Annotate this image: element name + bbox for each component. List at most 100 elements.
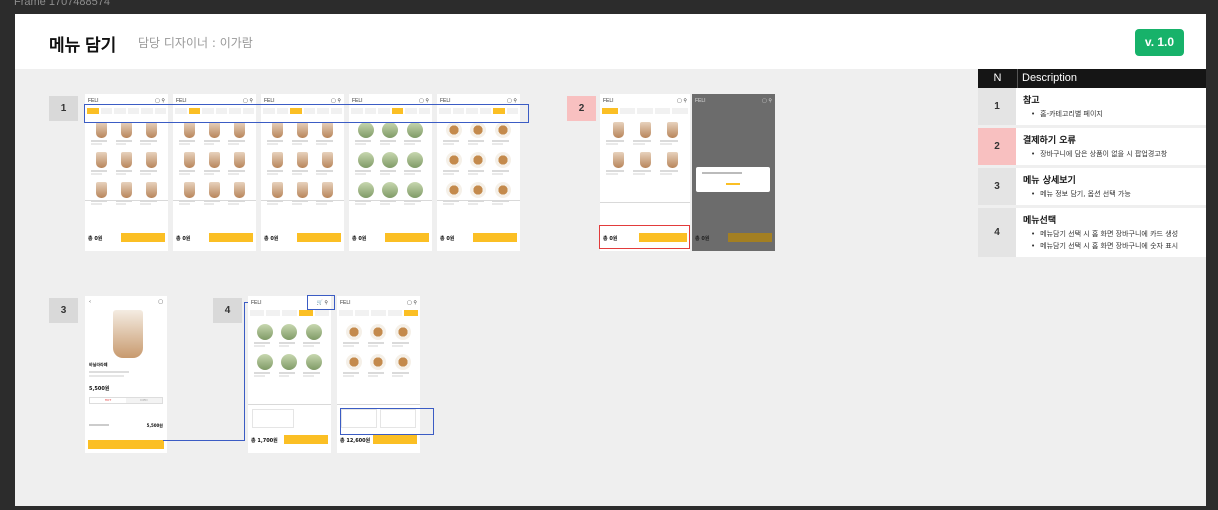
list-item[interactable] xyxy=(228,182,250,208)
list-item[interactable] xyxy=(379,152,402,178)
product-image xyxy=(113,310,143,358)
list-item[interactable] xyxy=(254,354,276,380)
list-item[interactable] xyxy=(115,122,138,148)
list-item[interactable] xyxy=(267,182,289,208)
popup-confirm-button[interactable] xyxy=(726,183,740,185)
list-item[interactable] xyxy=(303,354,325,380)
list-item[interactable] xyxy=(492,152,514,178)
list-item[interactable] xyxy=(267,122,289,148)
list-item[interactable] xyxy=(467,122,490,148)
list-item[interactable] xyxy=(179,152,201,178)
list-item[interactable] xyxy=(203,122,226,148)
list-item[interactable] xyxy=(291,152,314,178)
order-button[interactable] xyxy=(373,435,417,444)
table-header: N Description xyxy=(978,69,1206,88)
list-item[interactable] xyxy=(254,324,276,350)
flow-connector xyxy=(244,302,245,441)
menu-grid xyxy=(91,122,162,208)
list-item[interactable] xyxy=(355,182,377,208)
list-item[interactable] xyxy=(228,152,250,178)
order-button[interactable] xyxy=(121,233,165,242)
screen-menu-detail: ‹ ▢ 바닐라라떼 5,500원 HOT ICED 5,500원 xyxy=(85,296,167,453)
list-item[interactable] xyxy=(606,152,630,178)
list-item[interactable] xyxy=(367,324,390,350)
list-item[interactable] xyxy=(291,122,314,148)
list-item[interactable] xyxy=(278,324,301,350)
list-item[interactable] xyxy=(392,324,414,350)
list-item[interactable] xyxy=(467,152,490,178)
cart-icon[interactable]: ▢ ⚲ xyxy=(762,98,772,104)
order-button[interactable] xyxy=(473,233,517,242)
list-item[interactable] xyxy=(467,182,490,208)
list-item[interactable] xyxy=(91,122,113,148)
total-label: 총 1,700원 xyxy=(251,438,278,444)
menu-grid xyxy=(355,122,426,208)
list-item[interactable] xyxy=(443,122,465,148)
list-item[interactable] xyxy=(179,122,201,148)
list-item[interactable] xyxy=(367,354,390,380)
cart-icon[interactable]: ▢ ⚲ xyxy=(407,300,417,306)
row-title: 참고 xyxy=(1023,96,1040,106)
list-item[interactable] xyxy=(91,152,113,178)
list-item[interactable] xyxy=(633,122,657,148)
version-badge[interactable]: v. 1.0 xyxy=(1135,29,1184,56)
row-title: 메뉴 상세보기 xyxy=(1023,176,1076,186)
list-item[interactable] xyxy=(303,324,325,350)
row-number: 2 xyxy=(978,128,1016,165)
list-item[interactable] xyxy=(140,122,162,148)
list-item[interactable] xyxy=(443,182,465,208)
order-button[interactable] xyxy=(728,233,772,242)
list-item[interactable] xyxy=(404,152,426,178)
list-item[interactable] xyxy=(140,182,162,208)
hot-option[interactable]: HOT xyxy=(90,398,126,403)
row-number: 3 xyxy=(978,168,1016,205)
list-item[interactable] xyxy=(228,122,250,148)
iced-option[interactable]: ICED xyxy=(126,398,162,403)
list-item[interactable] xyxy=(492,122,514,148)
list-item[interactable] xyxy=(115,182,138,208)
total-label: 총 0원 xyxy=(88,236,103,242)
row-bullet: 메뉴담기 선택 시 홈 화면 장바구니에 카드 생성 xyxy=(1031,229,1202,239)
list-item[interactable] xyxy=(355,152,377,178)
list-item[interactable] xyxy=(379,122,402,148)
list-item[interactable] xyxy=(355,122,377,148)
order-button[interactable] xyxy=(385,233,429,242)
design-frame: 메뉴 담기 담당 디자이너 : 이가람 v. 1.0 1 2 3 4 FELI ▢… xyxy=(15,14,1206,506)
list-item[interactable] xyxy=(316,122,338,148)
cart-card[interactable] xyxy=(252,409,294,428)
list-item[interactable] xyxy=(316,182,338,208)
list-item[interactable] xyxy=(291,182,314,208)
list-item[interactable] xyxy=(203,182,226,208)
list-item[interactable] xyxy=(278,354,301,380)
list-item[interactable] xyxy=(179,182,201,208)
add-to-cart-button[interactable] xyxy=(88,440,164,449)
order-button[interactable] xyxy=(297,233,341,242)
list-item[interactable] xyxy=(660,122,684,148)
cart-icon[interactable]: ▢ ⚲ xyxy=(677,98,687,104)
list-item[interactable] xyxy=(392,354,414,380)
list-item[interactable] xyxy=(267,152,289,178)
list-item[interactable] xyxy=(316,152,338,178)
list-item[interactable] xyxy=(115,152,138,178)
list-item[interactable] xyxy=(606,122,630,148)
order-button[interactable] xyxy=(284,435,328,444)
list-item[interactable] xyxy=(203,152,226,178)
list-item[interactable] xyxy=(91,182,113,208)
temp-toggle[interactable]: HOT ICED xyxy=(89,397,163,404)
total-label: 총 0원 xyxy=(695,236,710,242)
list-item[interactable] xyxy=(492,182,514,208)
list-item[interactable] xyxy=(379,182,402,208)
step-badge-1: 1 xyxy=(49,96,78,121)
order-button[interactable] xyxy=(209,233,253,242)
list-item[interactable] xyxy=(660,152,684,178)
list-item[interactable] xyxy=(404,182,426,208)
list-item[interactable] xyxy=(140,152,162,178)
list-item[interactable] xyxy=(343,324,365,350)
list-item[interactable] xyxy=(633,152,657,178)
back-icon[interactable]: ‹ xyxy=(89,299,91,305)
list-item[interactable] xyxy=(443,152,465,178)
list-item[interactable] xyxy=(343,354,365,380)
list-item[interactable] xyxy=(404,122,426,148)
total-label: 총 0원 xyxy=(440,236,455,242)
screen-cart-added-a: FELI 🛒 ⚲ 총 1,700원 xyxy=(248,296,331,453)
